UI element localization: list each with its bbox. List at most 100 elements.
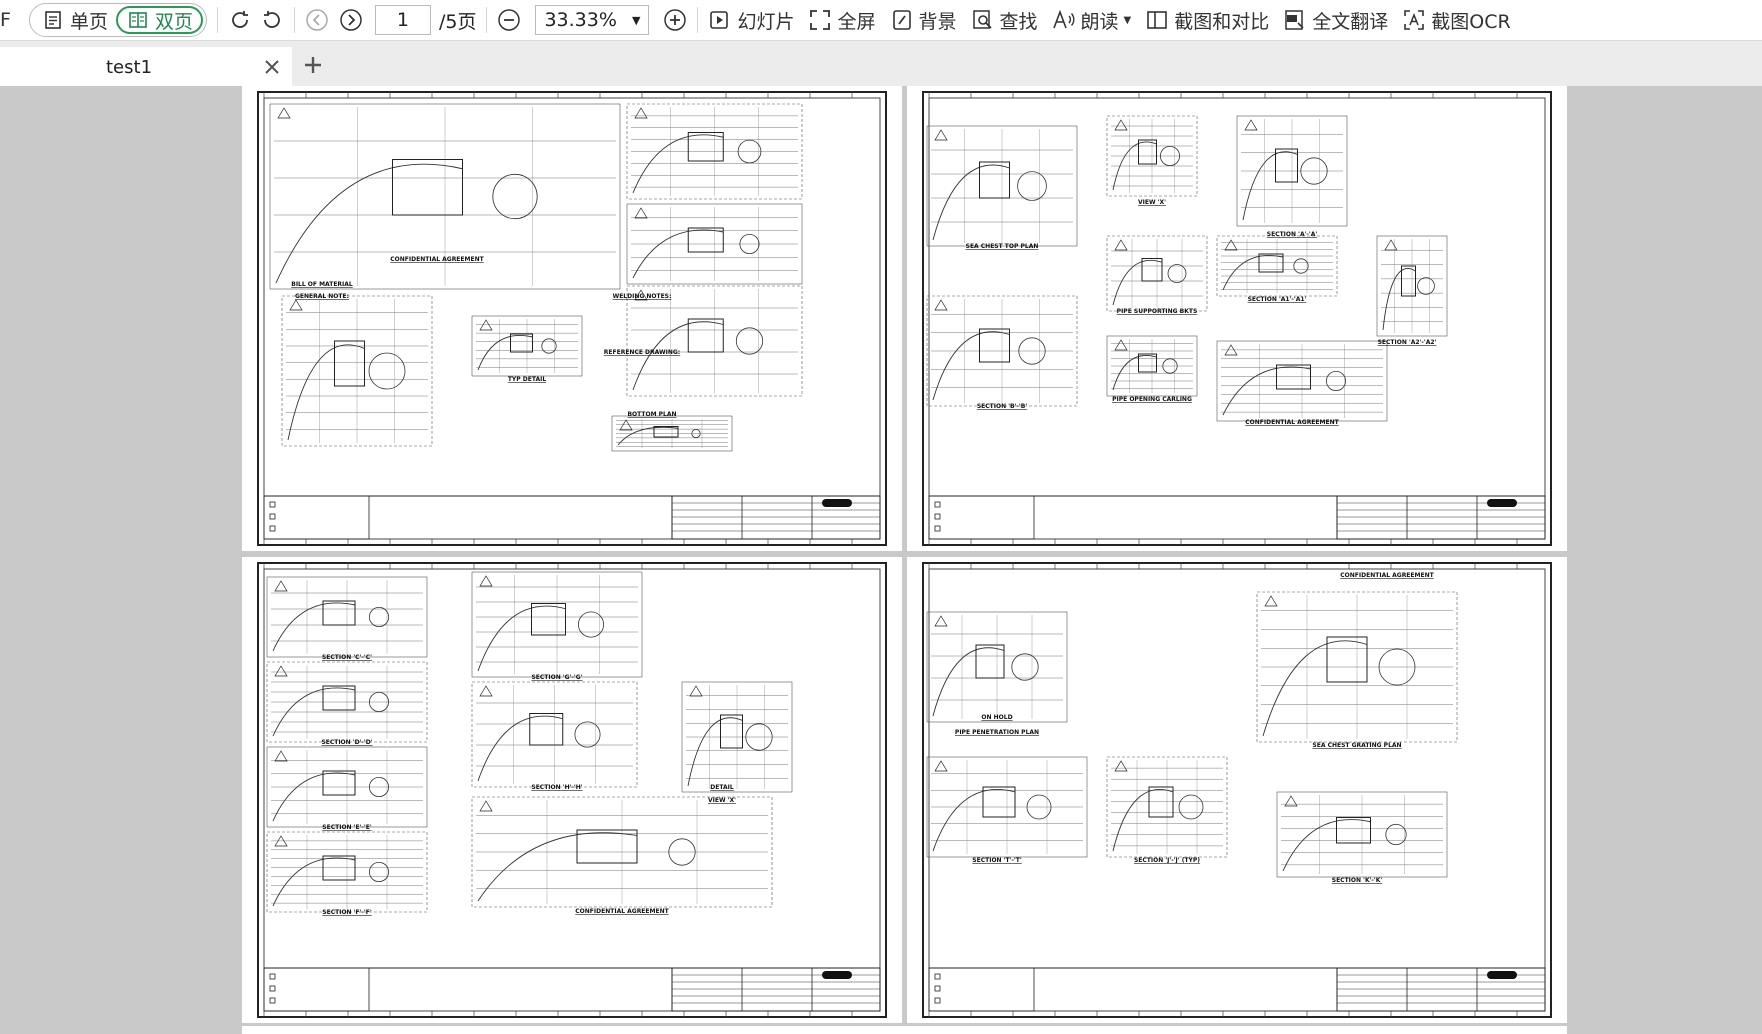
revision-triangle	[934, 615, 948, 627]
close-icon[interactable]	[262, 57, 282, 81]
fullscreen-icon	[808, 8, 832, 32]
revision-checkbox	[934, 513, 941, 520]
hull-curve	[477, 605, 566, 672]
ocr-label: 截图OCR	[1431, 10, 1511, 33]
hull-curve	[1242, 151, 1298, 221]
company-logo	[822, 971, 852, 979]
pipe-circle	[369, 607, 390, 628]
find-button[interactable]: 查找	[971, 3, 1038, 37]
screenshot-compare-button[interactable]: 截图和对比	[1145, 3, 1269, 37]
revision-checkbox	[269, 513, 276, 520]
drawing-label: CONFIDENTIAL AGREEMENT	[390, 256, 484, 263]
background-button[interactable]: 背景	[890, 3, 957, 37]
pipe-circle	[1011, 653, 1039, 681]
slideshow-icon	[708, 8, 732, 32]
drawing-label: SEA CHEST GRATING PLAN	[1312, 742, 1401, 749]
company-logo	[1487, 971, 1517, 979]
find-label: 查找	[999, 10, 1038, 33]
zoom-value: 33.33%	[544, 9, 617, 31]
next-page-icon[interactable]	[339, 8, 363, 32]
sea-chest-box	[1401, 265, 1416, 297]
drawing-view	[1106, 335, 1198, 397]
document-canvas[interactable]: BILL OF MATERIAL GENERAL NOTE: WELDING NOT…	[0, 86, 1762, 1034]
drawing-view	[1106, 756, 1228, 858]
new-tab-icon[interactable]	[303, 55, 323, 79]
tab-test1[interactable]: test1	[0, 47, 292, 87]
drawing-view	[1236, 115, 1348, 227]
drawing-label: SECTION 'D'-'D'	[321, 739, 372, 746]
drawing-view	[926, 611, 1068, 723]
divider	[486, 7, 488, 33]
hull-curve	[1282, 819, 1371, 872]
single-page-button[interactable]: 单页	[33, 6, 116, 34]
revision-triangle	[1224, 239, 1238, 251]
revision-triangle	[479, 575, 493, 587]
background-icon	[890, 8, 914, 32]
revision-triangle	[934, 129, 948, 141]
zoom-in-icon[interactable]	[663, 8, 687, 32]
page-1: BILL OF MATERIAL GENERAL NOTE: WELDING NOT…	[242, 86, 902, 551]
pipe-circle	[541, 338, 557, 354]
revision-triangle	[1384, 239, 1398, 251]
drawing-view	[926, 125, 1078, 247]
drawing-view	[471, 571, 643, 678]
revision-triangle	[689, 685, 703, 697]
zoom-out-icon[interactable]	[497, 8, 521, 32]
revision-block	[928, 967, 1035, 1012]
drawing-label: SECTION 'G'-'G'	[531, 674, 582, 681]
drawing-label: VIEW 'X'	[708, 797, 736, 804]
drawing-view	[926, 756, 1088, 858]
rotate-counterclockwise-icon[interactable]	[260, 8, 284, 32]
read-aloud-icon	[1052, 8, 1076, 32]
double-page-icon	[126, 8, 150, 32]
drawing-view	[1276, 791, 1448, 878]
sea-chest-box	[687, 227, 724, 253]
page-number-input[interactable]: 1	[374, 5, 431, 35]
page-4: ON HOLD PIPE PENETRATION PLAN SEA CHEST GR…	[907, 557, 1567, 1023]
app-name-fragment: F	[0, 9, 11, 31]
hull-curve	[272, 602, 356, 652]
double-page-button[interactable]: 双页	[115, 6, 203, 34]
revision-checkbox	[934, 973, 941, 980]
divider	[293, 7, 295, 33]
tab-bar: test1	[0, 40, 1762, 87]
pipe-circle	[369, 861, 390, 882]
hull-curve	[477, 715, 563, 782]
drawing-view	[681, 681, 793, 793]
sea-chest-box	[1141, 258, 1163, 282]
pipe-circle	[1017, 171, 1047, 201]
drawing-label: PIPE OPENING CARLING	[1112, 396, 1192, 403]
ocr-button[interactable]: 截图OCR	[1402, 3, 1511, 37]
zoom-select[interactable]: 33.33% ▼	[535, 5, 650, 35]
translate-button[interactable]: 全文翻译	[1283, 3, 1388, 37]
hull-curve	[1262, 640, 1368, 737]
hull-curve	[477, 832, 638, 902]
revision-triangle	[1264, 595, 1278, 607]
slideshow-button[interactable]: 幻灯片	[708, 3, 794, 37]
revision-triangle	[479, 685, 493, 697]
rotate-clockwise-icon[interactable]	[228, 8, 252, 32]
read-aloud-button[interactable]: 朗读 ▼	[1052, 3, 1131, 37]
pipe-circle	[577, 611, 604, 638]
hull-curve	[687, 717, 743, 787]
revision-checkbox	[934, 501, 941, 508]
drawing-label: SECTION 'F'-'F'	[322, 909, 372, 916]
double-page-label: 双页	[154, 10, 193, 33]
drawing-label: SECTION 'K'-'K'	[1332, 877, 1383, 884]
revision-checkbox	[269, 985, 276, 992]
page-3: SECTION 'C'-'C' SECTION 'D'-'D' SECTION 'E…	[242, 557, 902, 1023]
hull-curve	[1382, 268, 1416, 331]
drawing-label: PIPE PENETRATION PLAN	[955, 729, 1039, 736]
revision-block	[263, 967, 370, 1012]
revision-checkbox	[269, 525, 276, 532]
screenshot-compare-icon	[1145, 8, 1169, 32]
hull-curve	[287, 344, 365, 441]
read-aloud-label: 朗读	[1080, 10, 1119, 33]
sea-chest-box	[531, 603, 566, 636]
drawing-view	[471, 796, 773, 908]
drawing-label: PIPE SUPPORTING BKTS	[1117, 308, 1198, 315]
hull-curve	[932, 164, 1010, 241]
fullscreen-button[interactable]: 全屏	[808, 3, 876, 37]
revision-triangle	[479, 800, 493, 812]
previous-page-icon[interactable]	[305, 8, 329, 32]
